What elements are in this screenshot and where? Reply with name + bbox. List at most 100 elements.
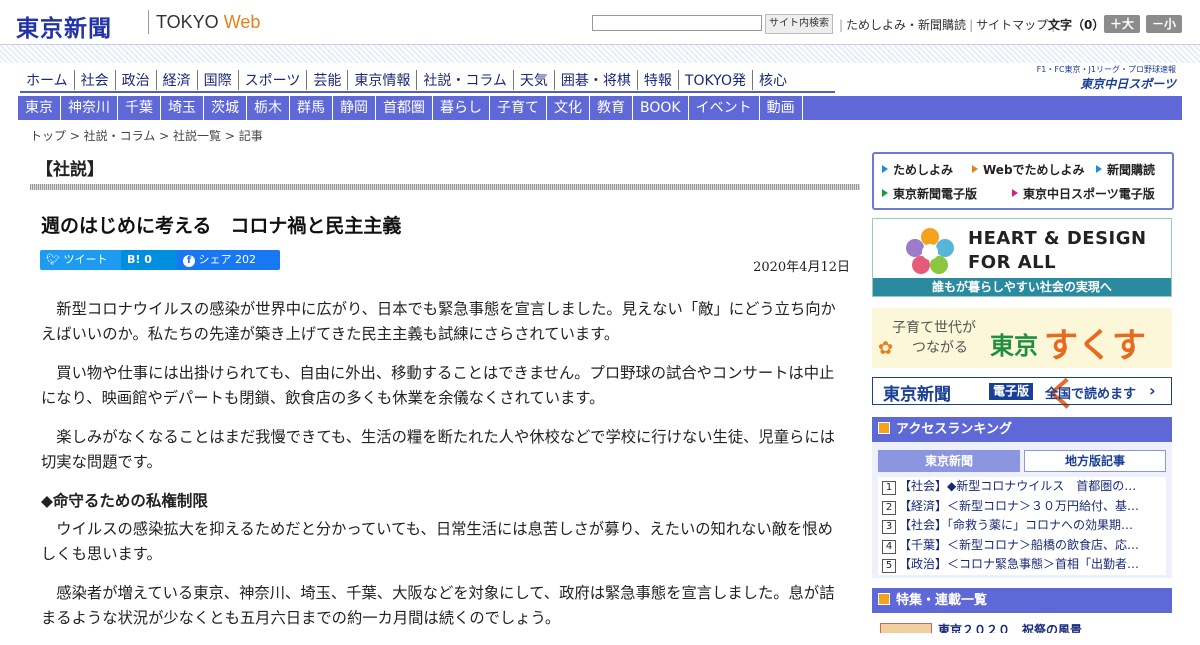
chevron-right-icon: › bbox=[1149, 381, 1156, 400]
nav-editorial-column[interactable]: 社説・コラム bbox=[417, 70, 514, 90]
font-size-label: 文字（0） bbox=[1048, 18, 1105, 32]
ranking-item[interactable]: 1 【社会】◆新型コロナウイルス 首都圏の… bbox=[878, 477, 1166, 497]
nav-living[interactable]: 暮らし bbox=[433, 96, 490, 120]
heart-design-line1: HEART & DESIGN bbox=[968, 228, 1147, 249]
region-shizuoka[interactable]: 静岡 bbox=[333, 96, 376, 120]
main-nav-underline bbox=[20, 91, 835, 93]
rank-number: 5 bbox=[882, 559, 896, 573]
ranking-item-title: 【千葉】＜新型コロナ＞船橋の飲食店、応… bbox=[899, 537, 1140, 552]
rank-number: 2 bbox=[882, 500, 896, 515]
flower-logo-icon bbox=[906, 228, 954, 274]
ranking-item[interactable]: 2 【経済】＜新型コロナ＞３０万円給付、基… bbox=[878, 497, 1166, 517]
article-body: 新型コロナウイルスの感染が世界中に広がり、日本でも緊急事態を宣言しました。見えな… bbox=[41, 297, 841, 645]
sports-logo-subtitle: F1・FC東京・J1リーグ・プロ野球速報 bbox=[1036, 65, 1176, 74]
chunichi-sports-digital-label: 東京中日スポーツ電子版 bbox=[1023, 187, 1155, 201]
header-decorative-band bbox=[0, 44, 1200, 63]
article-paragraph: ウイルスの感染拡大を抑えるためだと分かっていても、日常生活には息苦しさが募り、え… bbox=[41, 520, 833, 563]
feature-item[interactable]: 東京２０２０ 祝祭の風景 bbox=[872, 613, 1172, 633]
main-nav: ホーム 社会 政治 経済 国際 スポーツ 芸能 東京情報 社説・コラム 天気 囲碁・将棋 特報 TOKY… bbox=[20, 70, 793, 92]
nav-tokyo-hatsu[interactable]: TOKYO発 bbox=[679, 70, 753, 90]
breadcrumb[interactable]: トップ > 社説・コラム > 社説一覧 > 記事 bbox=[30, 127, 263, 144]
region-shutoken[interactable]: 首都圏 bbox=[376, 96, 433, 120]
nav-kakushin[interactable]: 核心 bbox=[753, 70, 793, 90]
nav-book[interactable]: BOOK bbox=[633, 96, 689, 120]
facebook-share-button[interactable]: f シェア 202 bbox=[177, 250, 280, 270]
digital-edition-link[interactable]: 東京新聞電子版 bbox=[882, 185, 977, 202]
ranking-item-title: 【経済】＜新型コロナ＞３０万円給付、基… bbox=[899, 498, 1140, 513]
nav-home[interactable]: ホーム bbox=[20, 70, 75, 90]
nav-culture[interactable]: 文化 bbox=[547, 96, 590, 120]
ranking-header: アクセスランキング bbox=[872, 417, 1172, 442]
font-smaller-button[interactable]: －小 bbox=[1146, 15, 1182, 33]
nav-politics[interactable]: 政治 bbox=[116, 70, 157, 90]
digital-edition-banner[interactable]: 東京新聞 電子版 全国で読めます › bbox=[872, 377, 1172, 405]
ranking-tab-tokyo[interactable]: 東京新聞 bbox=[878, 450, 1020, 472]
subscription-links-box: ためしよみ Webでためしよみ 新聞購読 東京新聞電子版 東京中日スポーツ電子版 bbox=[872, 152, 1174, 210]
nav-society[interactable]: 社会 bbox=[75, 70, 116, 90]
twitter-bird-icon: 🐦︎ bbox=[46, 253, 60, 266]
article-title: 週のはじめに考える コロナ禍と民主主義 bbox=[41, 215, 402, 237]
region-ibaraki[interactable]: 茨城 bbox=[204, 96, 247, 120]
region-tokyo[interactable]: 東京 bbox=[18, 96, 61, 120]
region-chiba[interactable]: 千葉 bbox=[118, 96, 161, 120]
digital-banner-text: 全国で読めます bbox=[1045, 387, 1137, 402]
trial-reading-link[interactable]: ためしよみ bbox=[882, 161, 953, 178]
web-trial-label: Webでためしよみ bbox=[983, 163, 1085, 177]
nav-tokyo-info[interactable]: 東京情報 bbox=[348, 70, 418, 90]
region-nav: 東京 神奈川 千葉 埼玉 茨城 栃木 群馬 静岡 首都圏 暮らし 子育て 文化 教育 BOOK イベント 動画 bbox=[18, 96, 1182, 120]
font-bigger-button[interactable]: ＋大 bbox=[1104, 15, 1140, 33]
nav-sports[interactable]: スポーツ bbox=[239, 70, 308, 90]
chunichi-sports-digital-link[interactable]: 東京中日スポーツ電子版 bbox=[1012, 185, 1155, 202]
nav-parenting[interactable]: 子育て bbox=[490, 96, 547, 120]
arrow-right-icon bbox=[1096, 165, 1102, 173]
arrow-right-icon bbox=[882, 165, 888, 173]
chunichi-sports-logo[interactable]: F1・FC東京・J1リーグ・プロ野球速報 東京中日スポーツ bbox=[1026, 64, 1176, 92]
web-trial-link[interactable]: Webでためしよみ bbox=[972, 161, 1085, 178]
region-kanagawa[interactable]: 神奈川 bbox=[61, 96, 118, 120]
header-square-icon bbox=[878, 422, 890, 434]
feature-title: 特集・連載一覧 bbox=[896, 593, 988, 608]
search-input[interactable] bbox=[592, 15, 762, 31]
tweet-button[interactable]: 🐦︎ ツイート bbox=[40, 250, 127, 270]
hatena-bookmark-button[interactable]: B! 0 bbox=[121, 250, 183, 270]
sitemap-link[interactable]: サイトマップ bbox=[976, 18, 1048, 32]
logo-web-text: Web bbox=[223, 12, 261, 32]
logo-tokyo-text: TOKYO bbox=[156, 12, 219, 32]
nav-weather[interactable]: 天気 bbox=[514, 70, 555, 90]
nav-economy[interactable]: 経済 bbox=[157, 70, 198, 90]
ranking-item[interactable]: 4 【千葉】＜新型コロナ＞船橋の飲食店、応… bbox=[878, 536, 1166, 556]
nav-event[interactable]: イベント bbox=[689, 96, 760, 120]
arrow-right-icon bbox=[882, 189, 888, 197]
nav-entertainment[interactable]: 芸能 bbox=[307, 70, 349, 90]
nav-international[interactable]: 国際 bbox=[198, 70, 239, 90]
nav-tokuho[interactable]: 特報 bbox=[638, 70, 679, 90]
subscribe-label: 新聞購読 bbox=[1107, 163, 1156, 177]
trial-subscribe-link[interactable]: ためしよみ・新聞購読 bbox=[846, 18, 966, 32]
section-title: 【社説】 bbox=[36, 160, 104, 180]
site-search-button[interactable]: サイト内検索 bbox=[765, 14, 833, 34]
link-separator: | bbox=[969, 18, 974, 32]
section-divider bbox=[30, 184, 860, 190]
digital-banner-tag: 電子版 bbox=[989, 383, 1034, 400]
heart-design-banner[interactable]: HEART & DESIGN FOR ALL 誰もが暮らしやすい社会の実現へ bbox=[872, 218, 1172, 297]
ranking-list: 1 【社会】◆新型コロナウイルス 首都圏の… 2 【経済】＜新型コロナ＞３０万円給付… bbox=[878, 477, 1166, 575]
rank-number: 3 bbox=[882, 520, 896, 534]
site-logo[interactable]: 東京新聞 bbox=[16, 9, 112, 43]
feature-thumbnail bbox=[880, 623, 932, 633]
header-links: | ためしよみ・新聞購読 | サイトマップ | bbox=[836, 16, 1058, 33]
subscribe-link[interactable]: 新聞購読 bbox=[1096, 161, 1155, 178]
ranking-item[interactable]: 5 【政治】＜コロナ緊急事態＞首相「出勤者… bbox=[878, 555, 1166, 575]
facebook-share-label: シェア 202 bbox=[198, 253, 257, 266]
article-paragraph: 買い物や仕事には出掛けられても、自由に外出、移動することはできません。プロ野球の… bbox=[41, 364, 835, 407]
nav-video[interactable]: 動画 bbox=[760, 96, 803, 120]
nav-education[interactable]: 教育 bbox=[590, 96, 633, 120]
ranking-tab-regional[interactable]: 地方版記事 bbox=[1024, 450, 1166, 472]
region-saitama[interactable]: 埼玉 bbox=[161, 96, 204, 120]
tokyo-sukusuku-banner[interactable]: 子育て世代が つながる 東京 すくすく ✿ bbox=[872, 308, 1172, 415]
region-tochigi[interactable]: 栃木 bbox=[247, 96, 290, 120]
nav-go-shogi[interactable]: 囲碁・将棋 bbox=[555, 70, 638, 90]
tokyo-web-logo[interactable]: TOKYO Web bbox=[156, 12, 260, 33]
ranking-item[interactable]: 3 【社会】「命救う薬に」コロナへの効果期… bbox=[878, 516, 1166, 536]
region-gunma[interactable]: 群馬 bbox=[290, 96, 333, 120]
sukusuku-tokyo-text: 東京 bbox=[990, 331, 1038, 360]
